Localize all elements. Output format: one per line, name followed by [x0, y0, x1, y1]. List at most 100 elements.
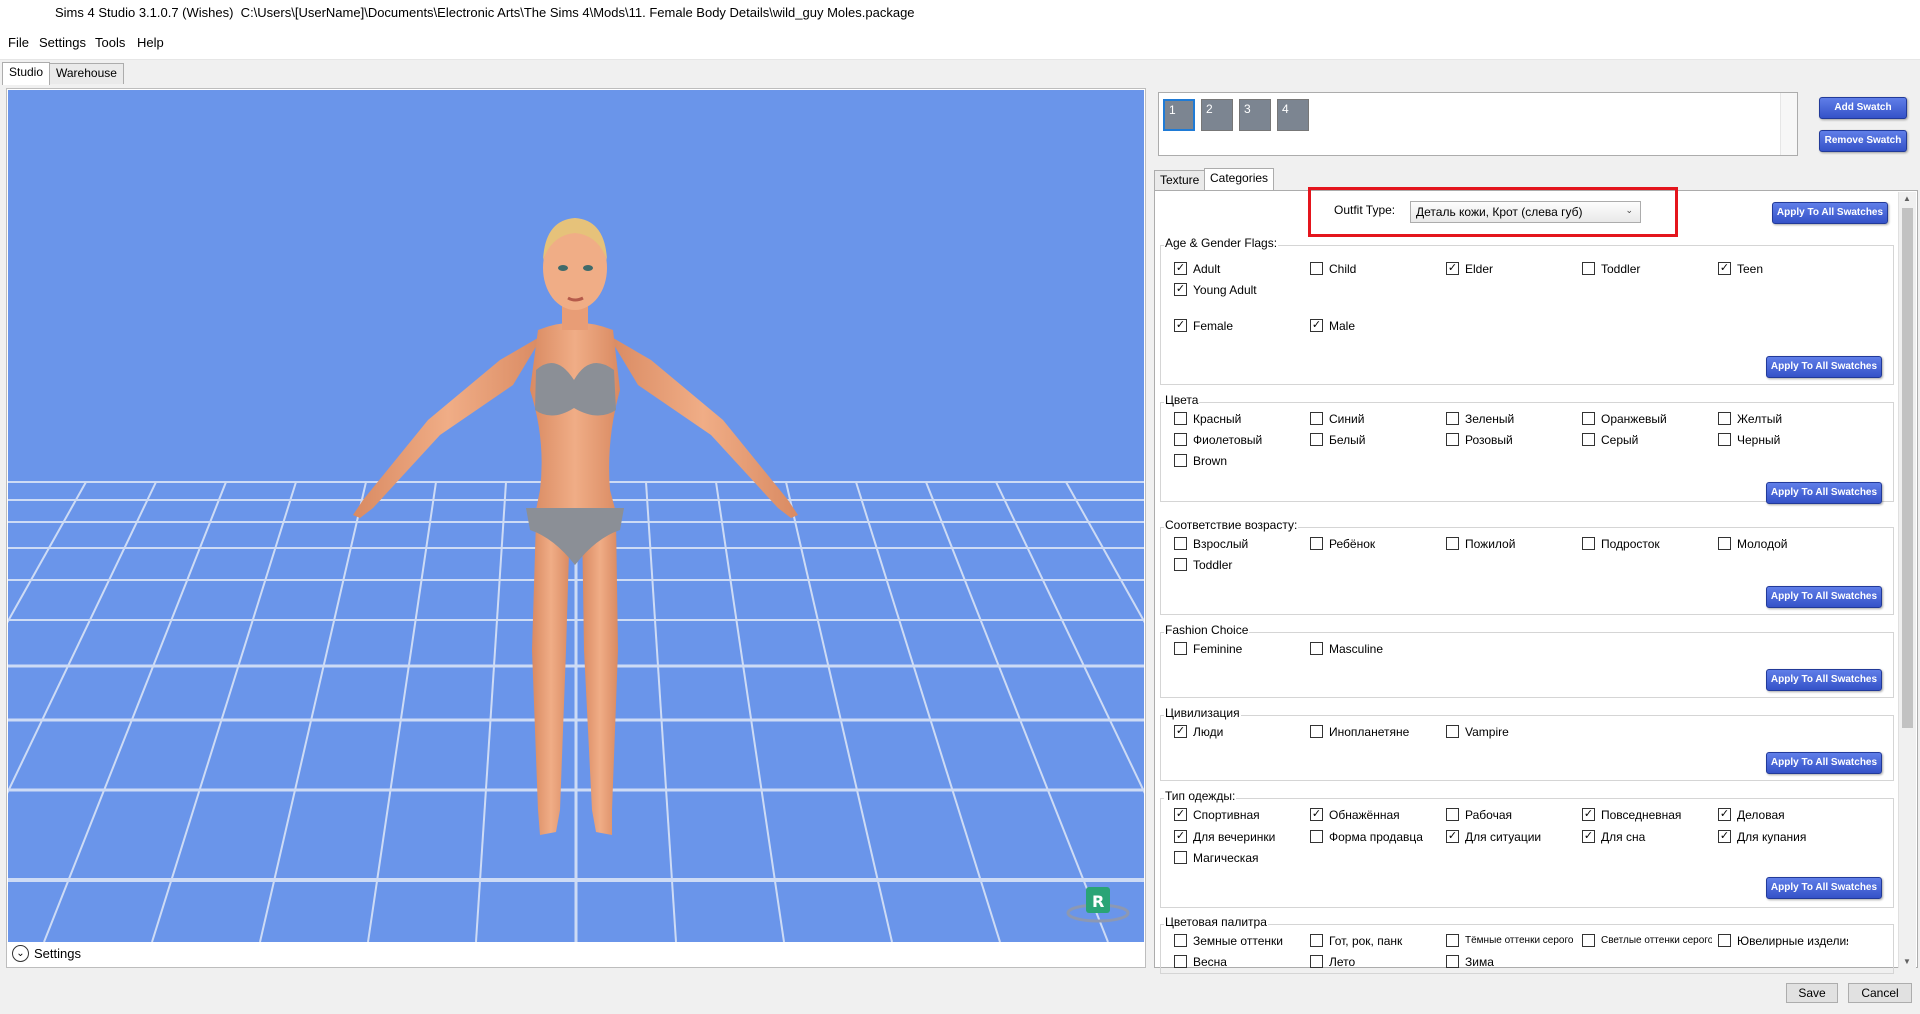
checkmark-icon[interactable]: ✓: [1174, 262, 1187, 275]
apply-all-swatches-button[interactable]: Apply To All Swatches: [1772, 202, 1888, 224]
category-checkbox[interactable]: Желтый: [1718, 411, 1848, 428]
checkbox-empty-icon[interactable]: [1446, 955, 1459, 968]
checkbox-empty-icon[interactable]: [1310, 642, 1323, 655]
add-swatch-button[interactable]: Add Swatch: [1819, 97, 1907, 119]
checkbox-empty-icon[interactable]: [1174, 934, 1187, 947]
category-checkbox[interactable]: ✓ Elder: [1446, 261, 1576, 278]
viewport-settings-bar[interactable]: ⌄ Settings: [8, 942, 1144, 966]
checkbox-empty-icon[interactable]: [1310, 537, 1323, 550]
tab-studio[interactable]: Studio: [2, 62, 51, 85]
category-checkbox[interactable]: Земные оттенки: [1174, 933, 1304, 950]
category-checkbox[interactable]: Тёмные оттенки серого: [1446, 933, 1576, 950]
category-checkbox[interactable]: Toddler: [1582, 261, 1712, 278]
checkmark-icon[interactable]: ✓: [1174, 283, 1187, 296]
category-checkbox[interactable]: ✓ Для ситуации: [1446, 829, 1576, 846]
tab-categories[interactable]: Categories: [1204, 168, 1275, 190]
category-checkbox[interactable]: Гот, рок, панк: [1310, 933, 1440, 950]
checkbox-empty-icon[interactable]: [1718, 537, 1731, 550]
scroll-thumb[interactable]: [1902, 208, 1913, 728]
category-checkbox[interactable]: Инопланетяне: [1310, 724, 1440, 741]
checkbox-empty-icon[interactable]: [1582, 262, 1595, 275]
checkmark-icon[interactable]: ✓: [1174, 808, 1187, 821]
category-checkbox[interactable]: Черный: [1718, 432, 1848, 449]
checkbox-empty-icon[interactable]: [1310, 412, 1323, 425]
checkbox-empty-icon[interactable]: [1310, 934, 1323, 947]
category-checkbox[interactable]: Пожилой: [1446, 536, 1576, 553]
category-checkbox[interactable]: Лето: [1310, 954, 1440, 971]
checkbox-empty-icon[interactable]: [1174, 537, 1187, 550]
checkbox-empty-icon[interactable]: [1446, 537, 1459, 550]
checkbox-empty-icon[interactable]: [1310, 433, 1323, 446]
checkmark-icon[interactable]: ✓: [1718, 830, 1731, 843]
category-checkbox[interactable]: Ребёнок: [1310, 536, 1440, 553]
checkbox-empty-icon[interactable]: [1310, 830, 1323, 843]
category-checkbox[interactable]: Vampire: [1446, 724, 1576, 741]
category-checkbox[interactable]: Toddler: [1174, 557, 1304, 574]
swatch-1[interactable]: 1: [1163, 99, 1195, 131]
checkbox-empty-icon[interactable]: [1174, 454, 1187, 467]
category-checkbox[interactable]: ✓ Young Adult: [1174, 282, 1304, 299]
category-checkbox[interactable]: Форма продавца: [1310, 829, 1440, 846]
checkbox-empty-icon[interactable]: [1174, 851, 1187, 864]
apply-all-swatches-button[interactable]: Apply To All Swatches: [1766, 356, 1882, 378]
checkbox-empty-icon[interactable]: [1174, 412, 1187, 425]
category-checkbox[interactable]: Зима: [1446, 954, 1576, 971]
remove-swatch-button[interactable]: Remove Swatch: [1819, 130, 1907, 152]
category-checkbox[interactable]: Синий: [1310, 411, 1440, 428]
checkbox-empty-icon[interactable]: [1174, 558, 1187, 571]
category-checkbox[interactable]: Зеленый: [1446, 411, 1576, 428]
menu-tools[interactable]: Tools: [95, 35, 125, 50]
category-checkbox[interactable]: Рабочая: [1446, 807, 1576, 824]
checkbox-empty-icon[interactable]: [1446, 808, 1459, 821]
category-checkbox[interactable]: Подросток: [1582, 536, 1712, 553]
category-checkbox[interactable]: Ювелирные изделия: [1718, 933, 1848, 950]
apply-all-swatches-button[interactable]: Apply To All Swatches: [1766, 752, 1882, 774]
menu-help[interactable]: Help: [137, 35, 164, 50]
checkmark-icon[interactable]: ✓: [1174, 725, 1187, 738]
category-checkbox[interactable]: ✓ Деловая: [1718, 807, 1848, 824]
checkmark-icon[interactable]: ✓: [1310, 319, 1323, 332]
categories-scrollbar[interactable]: ▲ ▼: [1898, 192, 1916, 968]
category-checkbox[interactable]: ✓ Для купания: [1718, 829, 1848, 846]
checkmark-icon[interactable]: ✓: [1446, 830, 1459, 843]
category-checkbox[interactable]: Красный: [1174, 411, 1304, 428]
apply-all-swatches-button[interactable]: Apply To All Swatches: [1766, 482, 1882, 504]
category-checkbox[interactable]: Взрослый: [1174, 536, 1304, 553]
menu-file[interactable]: File: [8, 35, 29, 50]
checkbox-empty-icon[interactable]: [1174, 955, 1187, 968]
category-checkbox[interactable]: Masculine: [1310, 641, 1440, 658]
category-checkbox[interactable]: Серый: [1582, 432, 1712, 449]
checkbox-empty-icon[interactable]: [1446, 412, 1459, 425]
category-checkbox[interactable]: ✓ Adult: [1174, 261, 1304, 278]
save-button[interactable]: Save: [1786, 983, 1838, 1003]
category-checkbox[interactable]: ✓ Male: [1310, 318, 1440, 335]
checkbox-empty-icon[interactable]: [1582, 412, 1595, 425]
apply-all-swatches-button[interactable]: Apply To All Swatches: [1766, 586, 1882, 608]
checkbox-empty-icon[interactable]: [1582, 934, 1595, 947]
category-checkbox[interactable]: Белый: [1310, 432, 1440, 449]
checkbox-empty-icon[interactable]: [1446, 934, 1459, 947]
checkbox-empty-icon[interactable]: [1310, 955, 1323, 968]
category-checkbox[interactable]: Весна: [1174, 954, 1304, 971]
checkbox-empty-icon[interactable]: [1718, 934, 1731, 947]
checkbox-empty-icon[interactable]: [1582, 537, 1595, 550]
apply-all-swatches-button[interactable]: Apply To All Swatches: [1766, 669, 1882, 691]
checkbox-empty-icon[interactable]: [1446, 433, 1459, 446]
category-checkbox[interactable]: ✓ Люди: [1174, 724, 1304, 741]
checkbox-empty-icon[interactable]: [1718, 412, 1731, 425]
checkbox-empty-icon[interactable]: [1310, 262, 1323, 275]
category-checkbox[interactable]: ✓ Спортивная: [1174, 807, 1304, 824]
scroll-up-icon[interactable]: ▲: [1903, 194, 1911, 203]
swatch-4[interactable]: 4: [1277, 99, 1309, 131]
swatch-scrollbar[interactable]: [1780, 93, 1797, 155]
apply-all-swatches-button[interactable]: Apply To All Swatches: [1766, 877, 1882, 899]
checkbox-empty-icon[interactable]: [1446, 725, 1459, 738]
category-checkbox[interactable]: Feminine: [1174, 641, 1304, 658]
category-checkbox[interactable]: Оранжевый: [1582, 411, 1712, 428]
checkmark-icon[interactable]: ✓: [1582, 830, 1595, 843]
checkmark-icon[interactable]: ✓: [1310, 808, 1323, 821]
checkbox-empty-icon[interactable]: [1174, 433, 1187, 446]
category-checkbox[interactable]: Светлые оттенки серого: [1582, 933, 1712, 950]
checkbox-empty-icon[interactable]: [1582, 433, 1595, 446]
outfit-type-select[interactable]: Деталь кожи, Крот (слева губ) ⌄: [1410, 201, 1641, 223]
